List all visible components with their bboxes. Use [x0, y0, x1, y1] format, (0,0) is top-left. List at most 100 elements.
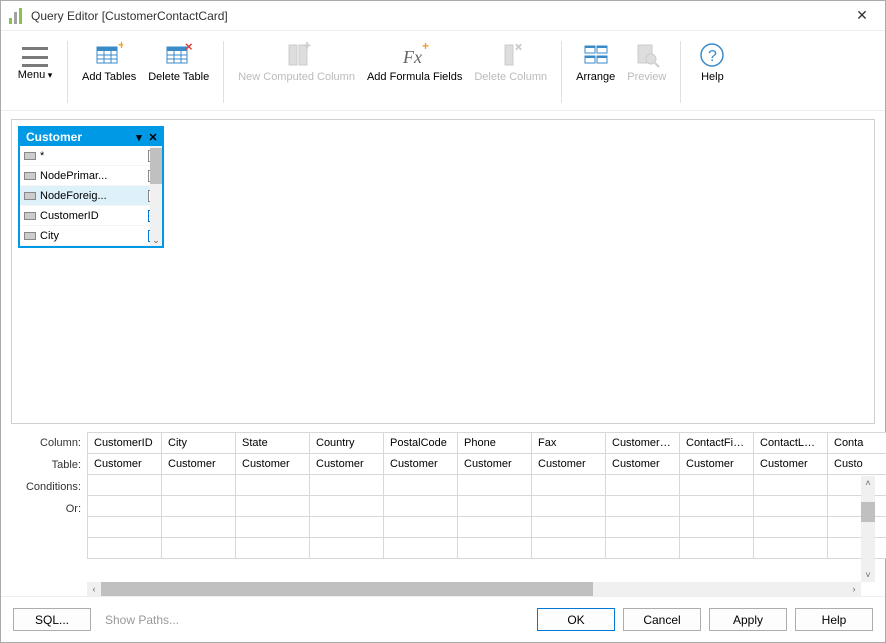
grid-cell[interactable] — [458, 538, 532, 559]
help-button[interactable]: ? Help — [689, 37, 735, 107]
grid-cell[interactable] — [458, 475, 532, 496]
grid-column-header[interactable]: PostalCode — [384, 433, 458, 454]
add-formula-fields-button[interactable]: Fx+ Add Formula Fields — [361, 37, 468, 107]
grid-cell[interactable] — [162, 517, 236, 538]
grid-cell[interactable] — [458, 496, 532, 517]
grid-cell[interactable] — [236, 517, 310, 538]
grid-cell[interactable] — [384, 475, 458, 496]
grid-cell[interactable] — [828, 538, 886, 559]
grid-cell[interactable] — [88, 475, 162, 496]
grid-cell[interactable] — [162, 538, 236, 559]
grid-column-header[interactable]: Country — [310, 433, 384, 454]
grid-cell[interactable]: Customer — [162, 454, 236, 475]
filter-icon[interactable]: ▾ — [132, 131, 146, 144]
grid-cell[interactable] — [606, 517, 680, 538]
grid-column-header[interactable]: Conta — [828, 433, 886, 454]
grid-cell[interactable]: Custo — [828, 454, 886, 475]
grid-cell[interactable]: Customer — [680, 454, 754, 475]
grid-cell[interactable] — [754, 475, 828, 496]
grid-cell[interactable] — [310, 475, 384, 496]
grid-cell[interactable]: Customer — [532, 454, 606, 475]
field-scrollbar-down[interactable]: ⌄ — [150, 234, 162, 246]
table-entity-header[interactable]: Customer ▾ ✕ — [20, 128, 162, 146]
close-button[interactable]: ✕ — [839, 1, 885, 31]
scroll-down-icon[interactable]: ˅ — [861, 568, 875, 582]
scroll-right-icon[interactable]: › — [847, 584, 861, 594]
grid-cell[interactable] — [236, 496, 310, 517]
grid-cell[interactable] — [606, 496, 680, 517]
grid-cell[interactable] — [384, 517, 458, 538]
field-row[interactable]: NodePrimar... — [20, 166, 162, 186]
design-canvas[interactable]: Customer ▾ ✕ *NodePrimar...NodeForeig...… — [11, 119, 875, 424]
grid-cell[interactable] — [236, 475, 310, 496]
cancel-button[interactable]: Cancel — [623, 608, 701, 631]
grid-cell[interactable] — [384, 538, 458, 559]
grid-cell[interactable] — [310, 496, 384, 517]
scroll-left-icon[interactable]: ‹ — [87, 584, 101, 594]
footer-help-button[interactable]: Help — [795, 608, 873, 631]
grid-column-header[interactable]: City — [162, 433, 236, 454]
field-row[interactable]: * — [20, 146, 162, 166]
grid-cell[interactable] — [88, 538, 162, 559]
grid-cell[interactable] — [88, 496, 162, 517]
grid-cell[interactable] — [754, 538, 828, 559]
grid-cell[interactable]: Customer — [236, 454, 310, 475]
grid-cell[interactable]: Customer — [606, 454, 680, 475]
field-scrollbar-thumb[interactable] — [150, 148, 162, 184]
grid-cell[interactable]: Customer — [458, 454, 532, 475]
grid-cell[interactable] — [236, 538, 310, 559]
menu-button[interactable]: Menu — [11, 37, 59, 107]
grid-cell[interactable] — [532, 475, 606, 496]
grid-cell[interactable]: Customer — [384, 454, 458, 475]
grid-cell[interactable] — [310, 517, 384, 538]
grid-cell[interactable] — [458, 517, 532, 538]
scroll-up-icon[interactable]: ˄ — [861, 476, 875, 490]
field-row[interactable]: CustomerID — [20, 206, 162, 226]
grid-cell[interactable]: Customer — [88, 454, 162, 475]
apply-button[interactable]: Apply — [709, 608, 787, 631]
grid-horizontal-scrollbar[interactable]: ‹ › — [87, 582, 861, 596]
grid-column-header[interactable]: CustomerID — [88, 433, 162, 454]
grid-cell[interactable] — [88, 517, 162, 538]
grid-cell[interactable] — [162, 496, 236, 517]
grid-hscroll-thumb[interactable] — [101, 582, 593, 596]
grid-cell[interactable] — [754, 517, 828, 538]
grid-cell[interactable] — [532, 496, 606, 517]
grid-cell[interactable] — [310, 538, 384, 559]
grid-cell[interactable] — [828, 517, 886, 538]
grid-cell[interactable] — [532, 517, 606, 538]
grid-cell[interactable] — [162, 475, 236, 496]
add-tables-button[interactable]: + Add Tables — [76, 37, 142, 107]
grid-cell[interactable]: Customer — [310, 454, 384, 475]
table-entity-customer[interactable]: Customer ▾ ✕ *NodePrimar...NodeForeig...… — [18, 126, 164, 248]
arrange-button[interactable]: Arrange — [570, 37, 621, 107]
ok-button[interactable]: OK — [537, 608, 615, 631]
grid-column-header[interactable]: CustomerNa... — [606, 433, 680, 454]
sql-button[interactable]: SQL... — [13, 608, 91, 631]
grid-column-header[interactable]: Fax — [532, 433, 606, 454]
field-row[interactable]: NodeForeig... — [20, 186, 162, 206]
grid-cell[interactable] — [606, 538, 680, 559]
grid-cell[interactable]: Customer — [754, 454, 828, 475]
grid-column-header[interactable]: ContactFirst... — [680, 433, 754, 454]
grid-cell[interactable] — [384, 496, 458, 517]
close-icon[interactable]: ✕ — [146, 131, 160, 144]
grid-cell[interactable] — [532, 538, 606, 559]
grid-cell[interactable] — [606, 475, 680, 496]
grid-cell[interactable] — [680, 475, 754, 496]
grid-column-header[interactable]: Phone — [458, 433, 532, 454]
grid-vscroll-thumb[interactable] — [861, 502, 875, 522]
grid-cell[interactable] — [680, 517, 754, 538]
delete-table-button[interactable]: × Delete Table — [142, 37, 215, 107]
field-row[interactable]: City — [20, 226, 162, 246]
grid-column-header[interactable]: ContactLast... — [754, 433, 828, 454]
grid-cell[interactable] — [828, 475, 886, 496]
grid-cell[interactable] — [754, 496, 828, 517]
svg-text:Fx: Fx — [402, 47, 422, 67]
grid-cell[interactable] — [680, 496, 754, 517]
grid-row-empty — [88, 538, 886, 559]
grid-column-header[interactable]: State — [236, 433, 310, 454]
grid-cell[interactable] — [828, 496, 886, 517]
grid-cell[interactable] — [680, 538, 754, 559]
grid-vertical-scrollbar[interactable]: ˄ ˅ — [861, 476, 875, 582]
